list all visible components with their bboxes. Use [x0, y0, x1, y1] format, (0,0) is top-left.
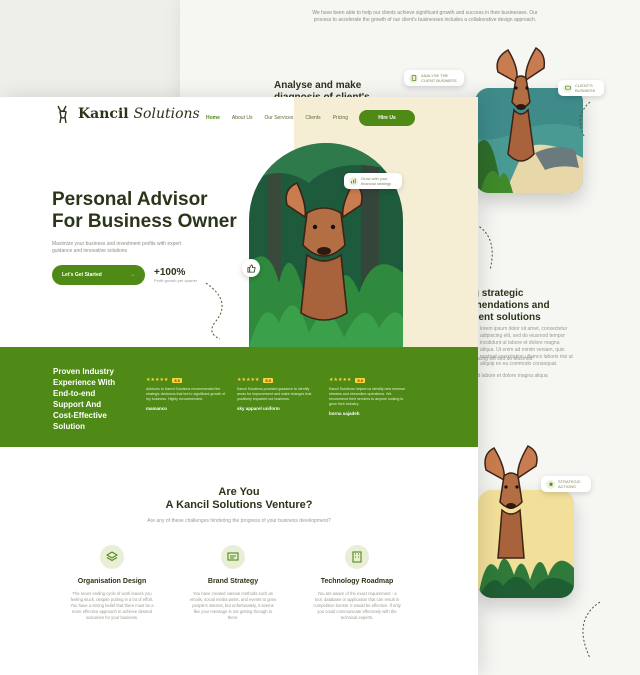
service-card: Technology Roadmap You are aware of the … [307, 545, 407, 621]
stat-value: +100% [154, 267, 186, 278]
chat-icon [563, 83, 572, 93]
rating-stars: ★★★★★ 5.0 [329, 377, 365, 383]
nav-about[interactable]: About Us [232, 115, 253, 121]
review-author: sky apparel uniform [237, 406, 280, 411]
testimonial-band: Proven Industry Experience With End-to-e… [0, 347, 478, 447]
arrow-right-icon: → [130, 272, 135, 278]
review-author: borna sajadeh [329, 411, 360, 416]
front-page-preview: Kancil Solutions Home About Us Our Servi… [0, 97, 478, 675]
service-card: Brand Strategy You have created various … [183, 545, 283, 621]
service-title: Organisation Design [77, 578, 147, 585]
nav-home[interactable]: Home [206, 115, 220, 121]
review-card: ★★★★★ 5.0 Kancil Solutions helped us iden… [329, 377, 409, 416]
main-nav: Home About Us Our Services Clients Prici… [206, 115, 348, 121]
back-bullet-1: acing elit sed do eiusmod [476, 356, 533, 362]
back-bullet-2: ut labore et dolore magna aliqua [476, 373, 548, 379]
dashed-curve-hero-icon [205, 282, 223, 340]
get-started-label: Let's Get Started [62, 272, 102, 278]
rating-stars: ★★★★★ 5.0 [146, 377, 182, 383]
hero-chip-strategy: Grow with your financial strategy [344, 173, 402, 189]
band-title: Proven Industry Experience With End-to-e… [53, 367, 116, 431]
hero-title: Personal Advisor For Business Owner [52, 189, 237, 232]
brand-logo[interactable]: Kancil Solutions [52, 103, 200, 125]
review-text: Kancil Solutions provided guidance to id… [237, 387, 312, 401]
section-subtitle: Are any of these challenges hindering th… [147, 518, 331, 524]
like-badge [242, 259, 260, 277]
hero-subtitle: Maximize your business and investment pr… [52, 241, 182, 254]
deer-2-icon [484, 445, 538, 559]
service-desc: You are aware of the exact requirement -… [313, 591, 401, 620]
nav-clients[interactable]: Clients [305, 115, 320, 121]
brand-script: Solutions [133, 106, 200, 122]
dashed-curve-icon-3 [582, 601, 601, 659]
dashed-curve-icon-2 [579, 101, 591, 137]
review-text: Kancil Solutions helped us identify new … [329, 387, 406, 406]
service-desc: You have created various methods such as… [189, 591, 277, 620]
review-card: ★★★★★ 5.0 Advisors to Kancil Solutions re… [146, 377, 226, 411]
star-icon [546, 479, 555, 489]
back-section-title-2: ing strategic mmendations and ement solu… [464, 288, 550, 323]
document-icon [409, 73, 418, 83]
growth-stat: +100% Profit growth per quarter [154, 267, 197, 283]
review-card: ★★★★★ 5.0 Kancil Solutions provided guida… [237, 377, 317, 411]
review-author: mamanco [146, 406, 168, 411]
section-title: Are You A Kancil Solutions Venture? [165, 486, 313, 511]
nav-services[interactable]: Our Services [264, 115, 293, 121]
thumbs-up-icon [246, 263, 256, 273]
five-stars-icon: ★★★★★ [146, 377, 169, 383]
review-text: Advisors to Kancil Solutions recommended… [146, 387, 226, 401]
nav-pricing[interactable]: Pricing [333, 115, 348, 121]
stat-label: Profit growth per quarter [154, 278, 198, 283]
deer-logo-icon [57, 105, 67, 124]
service-title: Brand Strategy [207, 578, 259, 585]
building-icon [345, 545, 369, 569]
layers-icon [100, 545, 124, 569]
five-stars-icon: ★★★★★ [237, 377, 260, 383]
rating-stars: ★★★★★ 5.0 [237, 377, 273, 383]
hire-us-button[interactable]: Hire Us [359, 110, 415, 126]
get-started-button[interactable]: Let's Get Started → [52, 265, 145, 285]
service-desc: The never ending cycle of work leaves yo… [70, 591, 154, 620]
chart-icon [349, 176, 358, 186]
five-stars-icon: ★★★★★ [329, 377, 352, 383]
back-intro-text: We have been able to help our clients ac… [312, 10, 538, 23]
back-chip-analyse: ANALYSE THE CLIENT BUSINESS [404, 70, 464, 86]
brand-name: Kancil [78, 106, 129, 122]
deer-1-icon [496, 46, 546, 162]
service-card: Organisation Design The never ending cyc… [62, 545, 162, 621]
service-title: Technology Roadmap [320, 578, 394, 585]
back-chip-client: CLIENT'S BUSINESS [558, 80, 604, 96]
back-chip-strategic: STRATEGIC ACTIONS [541, 476, 591, 492]
presentation-icon [221, 545, 245, 569]
